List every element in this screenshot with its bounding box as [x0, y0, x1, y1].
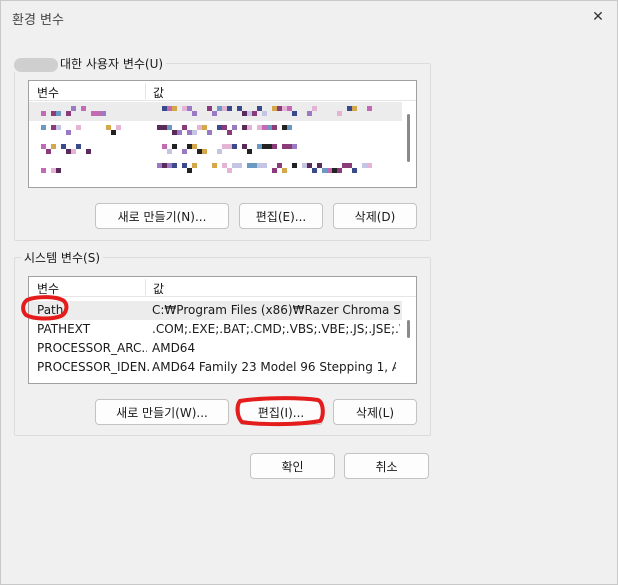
user-variables-list[interactable]: 변수 값: [28, 80, 417, 188]
user-new-button[interactable]: 새로 만들기(N)...: [95, 203, 229, 229]
row-variable-value: C:₩Program Files (x86)₩Razer Chroma SD..…: [152, 303, 400, 317]
system-variables-label: 시스템 변수(S): [21, 249, 103, 266]
system-col-variable[interactable]: 변수: [37, 280, 59, 297]
row-variable-name: PATHEXT: [37, 322, 91, 336]
table-row[interactable]: PROCESSOR_IDEN... AMD64 Family 23 Model …: [29, 358, 402, 377]
redacted-username: [14, 57, 58, 72]
cancel-button[interactable]: 취소: [344, 453, 429, 479]
environment-variables-dialog: 환경 변수 ✕ 대한 사용자 변수(U) 변수 값 새로 만들기(N)... 편…: [0, 0, 618, 585]
system-new-button[interactable]: 새로 만들기(W)...: [95, 399, 229, 425]
row-variable-name: PROCESSOR_ARC...: [37, 341, 147, 355]
system-delete-button[interactable]: 삭제(L): [333, 399, 417, 425]
system-list-scrollbar[interactable]: [402, 298, 416, 383]
user-list-scroll-thumb[interactable]: [407, 114, 410, 162]
table-row[interactable]: Path C:₩Program Files (x86)₩Razer Chroma…: [29, 301, 402, 320]
title-bar: 환경 변수 ✕: [1, 1, 617, 33]
redacted-user-values: [29, 81, 402, 187]
close-button[interactable]: ✕: [587, 6, 609, 28]
table-row[interactable]: PROCESSOR_ARC... AMD64: [29, 339, 402, 358]
system-list-header: 변수 값: [29, 277, 416, 297]
ok-button[interactable]: 확인: [250, 453, 335, 479]
window-title: 환경 변수: [12, 13, 64, 28]
user-variables-label: 대한 사용자 변수(U): [11, 55, 167, 72]
row-variable-value: .COM;.EXE;.BAT;.CMD;.VBS;.VBE;.JS;.JSE;.…: [152, 322, 400, 336]
row-variable-name: PROCESSOR_IDEN...: [37, 360, 149, 374]
row-variable-name: Path: [37, 303, 64, 317]
user-edit-button[interactable]: 편집(E)...: [239, 203, 323, 229]
row-variable-value: AMD64: [152, 341, 196, 355]
system-variables-list[interactable]: 변수 값 Path C:₩Program Files (x86)₩Razer C…: [28, 276, 417, 384]
system-variables-group: 시스템 변수(S) 변수 값 Path C:₩Program Files (x8…: [14, 249, 431, 436]
table-row[interactable]: PATHEXT .COM;.EXE;.BAT;.CMD;.VBS;.VBE;.J…: [29, 320, 402, 339]
system-list-scroll-thumb[interactable]: [407, 320, 410, 338]
user-delete-button[interactable]: 삭제(D): [333, 203, 417, 229]
close-icon: ✕: [592, 9, 604, 25]
user-variables-group: 대한 사용자 변수(U) 변수 값 새로 만들기(N)... 편집(E)... …: [11, 55, 431, 241]
user-list-scrollbar[interactable]: [402, 102, 416, 187]
system-col-value[interactable]: 값: [153, 280, 164, 297]
row-variable-value: AMD64 Family 23 Model 96 Stepping 1, A..…: [152, 360, 396, 374]
system-edit-button[interactable]: 편집(I)...: [239, 399, 323, 425]
